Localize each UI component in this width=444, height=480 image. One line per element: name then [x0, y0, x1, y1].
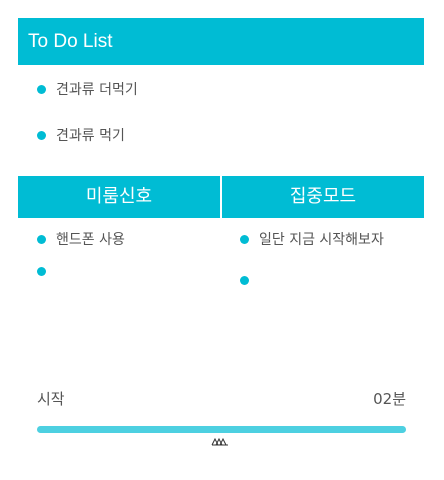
bullet-dot-icon	[240, 276, 249, 285]
list-item-label: 핸드폰 사용	[56, 232, 125, 248]
bullet-dot-icon	[37, 235, 46, 244]
bullet-dot-icon	[37, 85, 46, 94]
todo-item-label: 견과류 더먹기	[56, 82, 138, 98]
column-header-focus-mode: 집중모드	[222, 176, 424, 218]
list-item-label: 일단 지금 시작해보자	[259, 232, 384, 248]
timer-slider-fill	[37, 426, 406, 433]
todo-title: To Do List	[28, 31, 113, 52]
column-header-procrastination-signal: 미룸신호	[18, 176, 220, 218]
column-title: 집중모드	[289, 186, 357, 207]
todo-header: To Do List	[18, 18, 424, 65]
bullet-dot-icon	[240, 235, 249, 244]
column-title: 미룸신호	[85, 186, 153, 207]
timer-slider[interactable]	[37, 426, 406, 433]
duration-label: 02분	[373, 390, 406, 408]
start-button[interactable]: 시작	[37, 390, 65, 408]
bullet-dot-icon	[37, 131, 46, 140]
bullet-dot-icon	[37, 267, 46, 276]
grip-handle-icon[interactable]	[211, 437, 229, 446]
todo-item-label: 견과류 먹기	[56, 128, 125, 144]
